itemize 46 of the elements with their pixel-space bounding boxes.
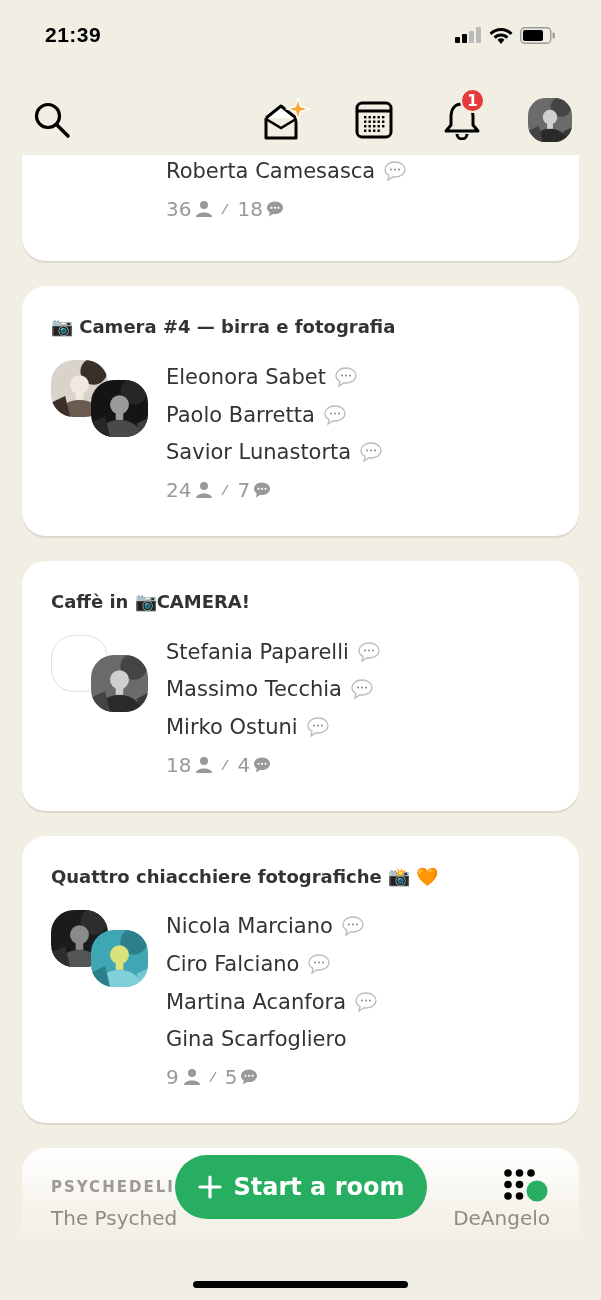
listener-count: 24 xyxy=(166,477,192,502)
wifi-icon xyxy=(489,26,513,44)
speaker-name: Eleonora Sabet xyxy=(166,364,326,389)
slash-separator-icon xyxy=(221,759,230,770)
person-icon xyxy=(182,1068,201,1087)
club-name: PSYCHEDELI xyxy=(51,1177,175,1198)
status-time: 21:39 xyxy=(45,23,102,47)
room-title: The Psyched xyxy=(51,1205,178,1230)
speaker-name: Roberta Camesasca xyxy=(166,158,376,183)
speaker-name: Paolo Barretta xyxy=(166,402,315,427)
slash-separator-icon xyxy=(221,203,230,214)
envelope-sparkle-icon[interactable] xyxy=(262,98,310,142)
room-title: 📷 Camera #4 — birra e fotografia xyxy=(51,315,397,339)
speaker-name: Nicola Marciano xyxy=(166,914,333,939)
notification-badge: 1 xyxy=(460,88,485,113)
room-title: Caffè in 📷CAMERA! xyxy=(51,589,251,614)
chat-icon xyxy=(265,199,284,218)
speaker-name: Ciro Falciano xyxy=(166,952,300,977)
room-title: DeAngelo xyxy=(453,1205,550,1230)
listener-count: 18 xyxy=(166,752,192,777)
person-icon xyxy=(195,199,214,218)
listener-count: 36 xyxy=(166,196,192,221)
chat-icon xyxy=(253,480,272,499)
chat-icon xyxy=(253,755,272,774)
message-count: 4 xyxy=(237,752,251,777)
speaker-name: Savior Lunastorta xyxy=(166,440,352,465)
person-icon xyxy=(195,755,214,774)
slash-separator-icon xyxy=(221,484,230,495)
battery-icon xyxy=(520,26,556,44)
slash-separator-icon xyxy=(208,1072,217,1083)
message-count: 7 xyxy=(237,477,251,502)
message-count: 18 xyxy=(237,196,263,221)
message-count: 5 xyxy=(224,1065,238,1090)
search-icon[interactable] xyxy=(33,101,71,139)
speaker-name: Gina Scarfogliero xyxy=(166,1027,347,1052)
speaker-name: Martina Acanfora xyxy=(166,989,346,1014)
room-title: Quattro chiacchiere fotografiche 📸 🧡 xyxy=(51,864,440,889)
chat-icon xyxy=(240,1068,259,1087)
start-room-button[interactable]: Start a room xyxy=(175,1155,427,1219)
signal-icon xyxy=(455,27,482,43)
speaker-name: Massimo Tecchia xyxy=(166,677,342,702)
speaker-name: Mirko Ostuni xyxy=(166,714,298,739)
plus-icon xyxy=(197,1175,222,1199)
listener-count: 9 xyxy=(166,1065,179,1090)
speaker-name: Stefania Paparelli xyxy=(166,639,349,664)
person-icon xyxy=(195,480,214,499)
